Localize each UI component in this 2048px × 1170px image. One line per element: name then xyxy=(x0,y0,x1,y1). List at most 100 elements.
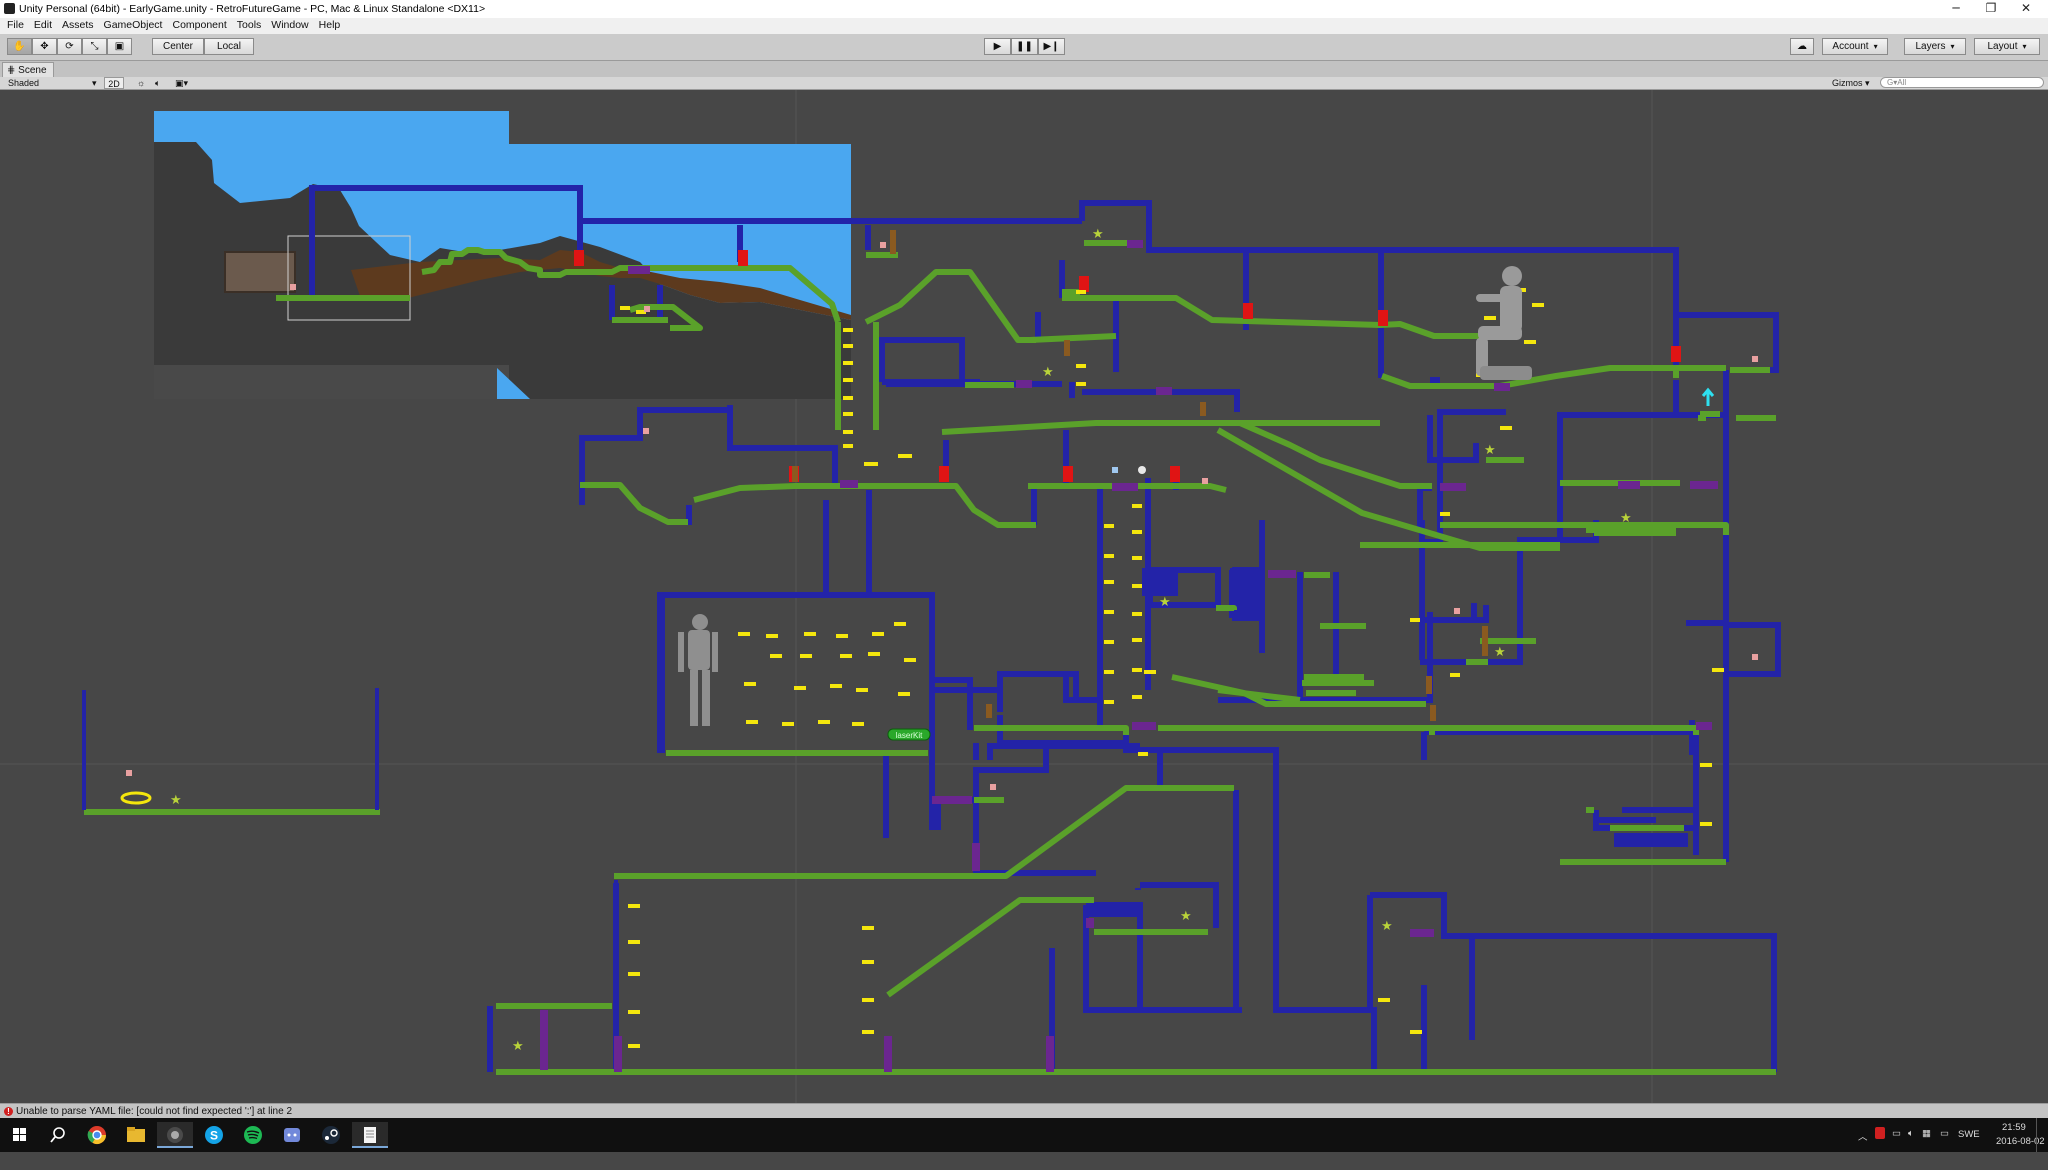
restore-icon[interactable]: ❐ xyxy=(1975,0,2007,18)
svg-text:★: ★ xyxy=(1092,227,1104,242)
laserkit-label: laserKit xyxy=(896,731,923,740)
svg-text:★: ★ xyxy=(170,793,182,808)
scale-icon: ⤡ xyxy=(90,41,99,52)
scene-toolbar: Shaded ▾ 2D ☼ 🔈︎ ▣▾ Gizmos ▾ G▾All xyxy=(0,77,2048,90)
menu-edit[interactable]: Edit xyxy=(30,18,56,31)
seated-statue xyxy=(1476,266,1532,380)
unity-icon[interactable] xyxy=(157,1122,193,1148)
step-icon: ▶❙ xyxy=(1043,41,1060,52)
title-bar: Unity Personal (64bit) - EarlyGame.unity… xyxy=(0,0,2048,18)
pause-button[interactable]: ❚❚ xyxy=(1011,38,1038,55)
error-icon: ! xyxy=(4,1107,13,1116)
main-toolbar: ✋ ✥ ⟳ ⤡ ▣ Center Local ▶ ❚❚ ▶❙ ☁ Account… xyxy=(0,34,2048,61)
svg-text:★: ★ xyxy=(1381,919,1393,934)
chrome-icon[interactable] xyxy=(79,1122,115,1148)
pause-icon: ❚❚ xyxy=(1016,41,1033,52)
tray-chevron-icon[interactable]: ︿ xyxy=(1858,1129,1868,1163)
account-dropdown[interactable]: Account xyxy=(1822,38,1888,55)
rect-tool-button[interactable]: ▣ xyxy=(107,38,132,55)
play-button[interactable]: ▶ xyxy=(984,38,1011,55)
scale-tool-button[interactable]: ⤡ xyxy=(82,38,107,55)
spotify-icon[interactable] xyxy=(235,1122,271,1148)
tray-volume-icon[interactable]: 🔈︎ xyxy=(1908,1128,1914,1162)
svg-text:★: ★ xyxy=(1620,511,1632,526)
robot-enemy xyxy=(678,614,718,726)
rotate-tool-button[interactable]: ⟳ xyxy=(57,38,82,55)
svg-text:★: ★ xyxy=(1484,443,1496,458)
menu-file[interactable]: File xyxy=(3,18,28,31)
svg-text:★: ★ xyxy=(1159,595,1171,610)
scene-tab-label: Scene xyxy=(18,65,47,76)
menu-window[interactable]: Window xyxy=(267,18,312,31)
account-label: Account xyxy=(1832,41,1877,52)
menu-help[interactable]: Help xyxy=(315,18,345,31)
tray-app-icon[interactable] xyxy=(1875,1127,1885,1139)
show-desktop-button[interactable] xyxy=(2036,1118,2043,1152)
svg-text:★: ★ xyxy=(1042,365,1054,380)
level-layout: ★ ★ ★ ★ ★ ★ ★ ★ ★ ★ laserKit xyxy=(0,90,2048,1103)
tray-language[interactable]: SWE xyxy=(1958,1129,1980,1163)
minimize-icon[interactable]: ─ xyxy=(1940,0,1972,18)
pivot-center-button[interactable]: Center xyxy=(152,38,204,55)
cloud-button[interactable]: ☁ xyxy=(1790,38,1814,55)
spawn-room xyxy=(82,688,618,1072)
audio-icon[interactable]: 🔈︎ xyxy=(155,77,167,89)
gizmos-label: Gizmos xyxy=(1832,78,1863,88)
svg-text:★: ★ xyxy=(1180,909,1192,924)
svg-text:S: S xyxy=(210,1129,218,1143)
scene-tab-icon: ⋕ xyxy=(7,65,16,76)
tray-network-icon[interactable]: ▦ xyxy=(1922,1128,1931,1162)
status-message[interactable]: Unable to parse YAML file: [could not fi… xyxy=(16,1104,292,1119)
step-button[interactable]: ▶❙ xyxy=(1038,38,1065,55)
pivot-local-label: Local xyxy=(217,41,241,52)
pivot-local-button[interactable]: Local xyxy=(204,38,254,55)
menu-bar: File Edit Assets GameObject Component Tools Wi… xyxy=(0,18,2048,34)
chevron-down-icon: ▾ xyxy=(92,78,97,88)
svg-text:★: ★ xyxy=(1494,645,1506,660)
rect-icon: ▣ xyxy=(114,41,125,52)
tray-battery-icon[interactable]: ▭ xyxy=(1892,1128,1901,1162)
scene-search-input[interactable]: G▾All xyxy=(1880,77,2044,88)
layers-label: Layers xyxy=(1915,41,1954,52)
move-icon: ✥ xyxy=(40,41,49,52)
scene-tab-strip: ⋕ Scene xyxy=(0,61,2048,77)
menu-assets[interactable]: Assets xyxy=(58,18,98,31)
discord-icon[interactable] xyxy=(274,1122,310,1148)
menu-gameobject[interactable]: GameObject xyxy=(100,18,167,31)
status-bar: ! Unable to parse YAML file: [could not … xyxy=(0,1103,2048,1119)
layout-label: Layout xyxy=(1987,41,2026,52)
hand-icon: ✋ xyxy=(13,41,26,52)
draw-mode-label: Shaded xyxy=(8,78,40,88)
search-icon[interactable] xyxy=(40,1122,76,1148)
skype-icon[interactable]: S xyxy=(196,1122,232,1148)
windows-taskbar: S ︿ ▭ 🔈︎ ▦ ▭ SWE 21:59 2016-08-02 xyxy=(0,1118,2048,1152)
play-icon: ▶ xyxy=(993,41,1002,52)
scene-view[interactable]: ★ ★ ★ ★ ★ ★ ★ ★ ★ ★ laserKit xyxy=(0,90,2048,1103)
menu-component[interactable]: Component xyxy=(168,18,230,31)
menu-tools[interactable]: Tools xyxy=(233,18,266,31)
tab-scene[interactable]: ⋕ Scene xyxy=(2,62,54,77)
tray-notification-icon[interactable]: ▭ xyxy=(1940,1128,1949,1162)
close-icon[interactable]: ✕ xyxy=(2010,0,2042,18)
svg-text:★: ★ xyxy=(512,1039,524,1054)
layers-dropdown[interactable]: Layers xyxy=(1904,38,1966,55)
rotate-icon: ⟳ xyxy=(65,41,74,52)
steam-icon[interactable] xyxy=(313,1122,349,1148)
effects-icon[interactable]: ▣▾ xyxy=(175,77,195,89)
cloud-icon: ☁ xyxy=(1797,41,1807,52)
2d-toggle[interactable]: 2D xyxy=(104,77,124,89)
2d-label: 2D xyxy=(108,79,120,89)
layout-dropdown[interactable]: Layout xyxy=(1974,38,2040,55)
file-explorer-icon[interactable] xyxy=(118,1122,154,1148)
move-tool-button[interactable]: ✥ xyxy=(32,38,57,55)
unity-app-icon xyxy=(4,3,15,14)
hand-tool-button[interactable]: ✋ xyxy=(7,38,32,55)
lighting-icon[interactable]: ☼ xyxy=(137,77,149,89)
windows-start-icon[interactable] xyxy=(2,1122,38,1148)
pivot-center-label: Center xyxy=(162,41,193,52)
laserkit-pickup: laserKit xyxy=(887,728,931,741)
notepad-icon[interactable] xyxy=(352,1122,388,1148)
draw-mode-dropdown[interactable]: Shaded ▾ xyxy=(8,77,98,89)
window-title: Unity Personal (64bit) - EarlyGame.unity… xyxy=(19,3,486,15)
gizmos-dropdown[interactable]: Gizmos ▾ xyxy=(1832,77,1872,89)
